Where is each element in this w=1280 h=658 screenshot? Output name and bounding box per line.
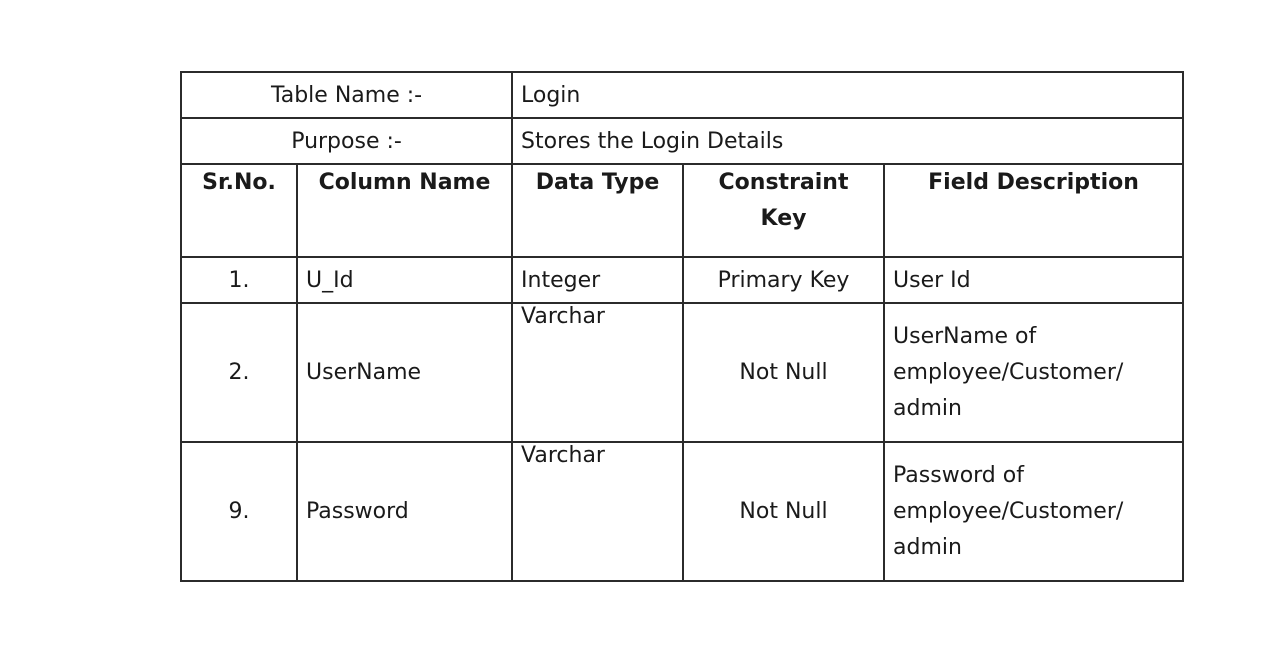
table-name-value: Login	[511, 71, 1185, 119]
cell-sr-no: 2.	[180, 302, 298, 443]
login-schema-table: Table Name :- Login Purpose :- Stores th…	[179, 71, 1185, 582]
header-sr-no: Sr.No.	[180, 163, 298, 258]
purpose-label: Purpose :-	[179, 117, 514, 165]
cell-constraint: Not Null	[682, 302, 886, 443]
purpose-value: Stores the Login Details	[511, 117, 1185, 165]
table-row: 1. U_Id Integer Primary Key User Id	[180, 256, 1185, 304]
cell-column-name: UserName	[295, 302, 514, 443]
cell-column-name: U_Id	[295, 256, 514, 304]
purpose-row: Purpose :- Stores the Login Details	[179, 117, 1185, 165]
cell-column-name: Password	[295, 441, 514, 582]
table-row: 2. UserName Varchar Not Null UserName of…	[180, 302, 1185, 443]
cell-constraint: Not Null	[682, 441, 886, 582]
header-field-description: Field Description	[883, 163, 1185, 258]
header-constraint-key: Constraint Key	[682, 163, 886, 258]
header-data-type: Data Type	[511, 163, 685, 258]
cell-data-type: Varchar	[511, 441, 685, 582]
table-name-row: Table Name :- Login	[179, 71, 1185, 119]
column-header-row: Sr.No. Column Name Data Type Constraint …	[180, 163, 1185, 258]
cell-data-type: Varchar	[511, 302, 685, 443]
cell-data-type: Integer	[511, 256, 685, 304]
header-column-name: Column Name	[295, 163, 514, 258]
cell-constraint: Primary Key	[682, 256, 886, 304]
cell-description: Password of employee/Customer/ admin	[883, 441, 1185, 582]
table-name-label: Table Name :-	[179, 71, 514, 119]
table-row: 9. Password Varchar Not Null Password of…	[180, 441, 1185, 582]
cell-sr-no: 1.	[180, 256, 298, 304]
cell-description: User Id	[883, 256, 1185, 304]
cell-description: UserName of employee/Customer/ admin	[883, 302, 1185, 443]
cell-sr-no: 9.	[180, 441, 298, 582]
